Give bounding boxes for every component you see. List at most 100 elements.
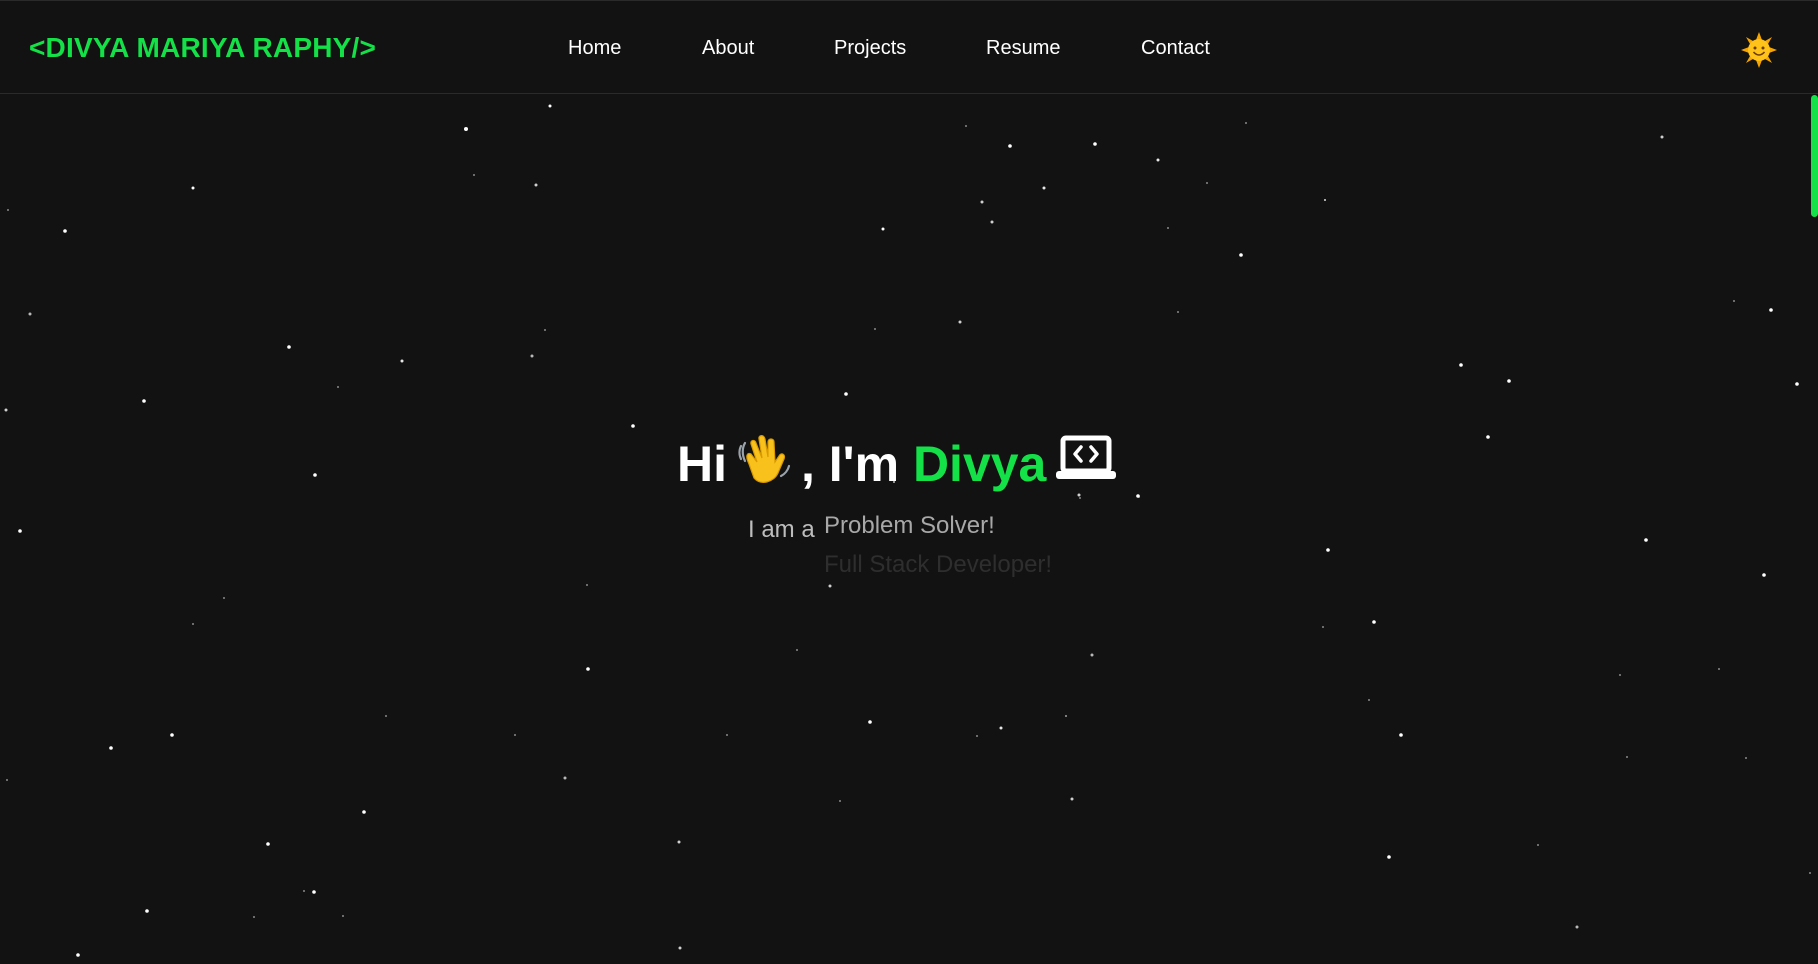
star	[342, 915, 344, 917]
star	[385, 715, 387, 717]
star	[266, 842, 270, 846]
star	[1718, 668, 1720, 670]
star	[287, 345, 291, 349]
star	[18, 529, 22, 533]
star	[223, 597, 225, 599]
star	[191, 186, 195, 190]
star	[796, 649, 798, 651]
star	[1326, 548, 1330, 552]
star	[1322, 626, 1324, 628]
star	[548, 104, 552, 108]
star	[881, 227, 885, 231]
star	[999, 726, 1003, 730]
star	[1626, 756, 1628, 758]
star	[313, 473, 317, 477]
star	[530, 354, 534, 358]
hero-intro: , I'm	[801, 436, 900, 492]
star	[1733, 300, 1735, 302]
nav-link-home[interactable]: Home	[568, 37, 621, 60]
sun-icon	[1741, 32, 1777, 68]
star	[678, 946, 682, 950]
star	[1507, 379, 1511, 383]
typewriter-role-next: Full Stack Developer!	[824, 551, 1053, 578]
star	[514, 734, 516, 736]
hero-heading: Hi , I'm Divya	[677, 428, 1118, 498]
star	[1660, 135, 1664, 139]
star	[1008, 144, 1012, 148]
star	[631, 424, 635, 428]
star	[142, 399, 146, 403]
star	[844, 392, 848, 396]
star	[7, 209, 9, 211]
star	[868, 720, 872, 724]
star	[958, 320, 962, 324]
nav-link-projects[interactable]: Projects	[834, 37, 906, 60]
logo[interactable]: <DIVYA MARIYA RAPHY/>	[29, 32, 376, 64]
star	[362, 810, 366, 814]
star	[1809, 872, 1811, 874]
star	[1644, 538, 1648, 542]
star	[980, 200, 984, 204]
typewriter-prefix: I am a	[748, 516, 815, 543]
star	[76, 953, 80, 957]
star	[28, 312, 32, 316]
typewriter-role-current: Problem Solver!	[824, 512, 995, 539]
star	[63, 229, 67, 233]
star	[828, 584, 832, 588]
waving-hand-icon	[735, 428, 795, 500]
star	[1065, 715, 1067, 717]
star	[586, 584, 588, 586]
star	[1093, 142, 1097, 146]
star	[544, 329, 546, 331]
star	[1090, 653, 1094, 657]
theme-toggle-button[interactable]	[1740, 31, 1778, 69]
star	[4, 408, 8, 412]
star	[1138, 496, 1140, 498]
star	[337, 386, 339, 388]
star	[6, 779, 8, 781]
laptop-code-icon	[1054, 434, 1118, 494]
star	[726, 734, 728, 736]
star	[1399, 733, 1403, 737]
nav-link-contact[interactable]: Contact	[1141, 37, 1210, 60]
star	[990, 220, 994, 224]
star	[534, 183, 538, 187]
star	[586, 667, 590, 671]
star	[1368, 699, 1370, 701]
star	[1239, 253, 1243, 257]
star	[253, 916, 255, 918]
star	[965, 125, 967, 127]
star	[1459, 363, 1463, 367]
star	[1206, 182, 1208, 184]
star	[1245, 122, 1247, 124]
star	[145, 909, 149, 913]
star	[874, 328, 876, 330]
hero-name: Divya	[912, 436, 1047, 492]
nav-link-about[interactable]: About	[702, 37, 754, 60]
star	[1042, 186, 1046, 190]
star	[1537, 844, 1539, 846]
star	[839, 800, 841, 802]
star	[1486, 435, 1490, 439]
star	[303, 890, 305, 892]
star	[1177, 311, 1179, 313]
star	[563, 776, 567, 780]
star	[1769, 308, 1773, 312]
star	[1167, 227, 1169, 229]
star	[1575, 925, 1579, 929]
hero-greeting: Hi	[677, 436, 727, 492]
star	[1795, 382, 1799, 386]
navbar: <DIVYA MARIYA RAPHY/> Home About Project…	[0, 1, 1818, 94]
nav-link-resume[interactable]: Resume	[986, 37, 1060, 60]
star	[1619, 674, 1621, 676]
star	[1070, 797, 1074, 801]
star	[677, 840, 681, 844]
star	[1762, 573, 1766, 577]
star	[109, 746, 113, 750]
star	[400, 359, 404, 363]
star	[1324, 199, 1326, 201]
star	[1372, 620, 1376, 624]
star	[976, 735, 978, 737]
star	[192, 623, 194, 625]
star	[1745, 757, 1747, 759]
